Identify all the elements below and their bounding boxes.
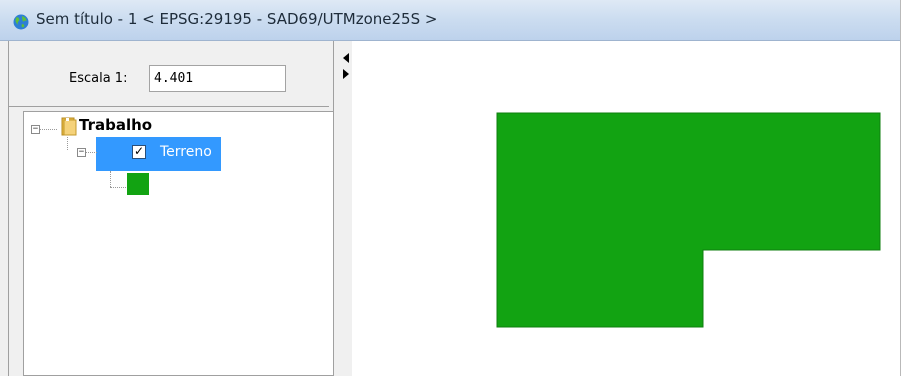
layer-legend-swatch <box>127 173 149 195</box>
left-panel: Escala 1: 4.401 − Trabalho − ✓ Terreno <box>8 41 334 376</box>
collapse-layer-icon[interactable]: − <box>77 148 86 157</box>
tree-connector <box>86 152 97 153</box>
scale-label: Escala 1: <box>69 71 128 86</box>
main-area: Escala 1: 4.401 − Trabalho − ✓ Terreno <box>0 41 901 376</box>
layer-visibility-checkbox[interactable]: ✓ <box>132 145 146 159</box>
terreno-polygon[interactable] <box>496 112 881 328</box>
scale-row: Escala 1: 4.401 <box>9 41 329 107</box>
tree-connector <box>40 129 57 130</box>
layer-tree[interactable]: − Trabalho − ✓ Terreno <box>23 111 334 376</box>
tree-connector <box>110 187 126 188</box>
map-svg <box>496 112 881 328</box>
scale-input[interactable]: 4.401 <box>149 65 286 92</box>
collapse-left-arrow-icon[interactable] <box>343 53 349 63</box>
map-canvas[interactable] <box>352 41 901 376</box>
window-title: Sem título - 1 < EPSG:29195 - SAD69/UTMz… <box>36 10 438 28</box>
tree-connector <box>67 137 68 150</box>
layer-label[interactable]: Terreno <box>160 144 212 160</box>
collapse-root-icon[interactable]: − <box>31 125 40 134</box>
folder-icon <box>61 117 77 136</box>
globe-icon <box>13 14 29 30</box>
panel-splitter[interactable] <box>334 41 352 376</box>
tree-root-label[interactable]: Trabalho <box>79 116 152 134</box>
tree-connector <box>110 171 111 187</box>
expand-right-arrow-icon[interactable] <box>343 69 349 79</box>
title-bar: Sem título - 1 < EPSG:29195 - SAD69/UTMz… <box>0 0 901 41</box>
